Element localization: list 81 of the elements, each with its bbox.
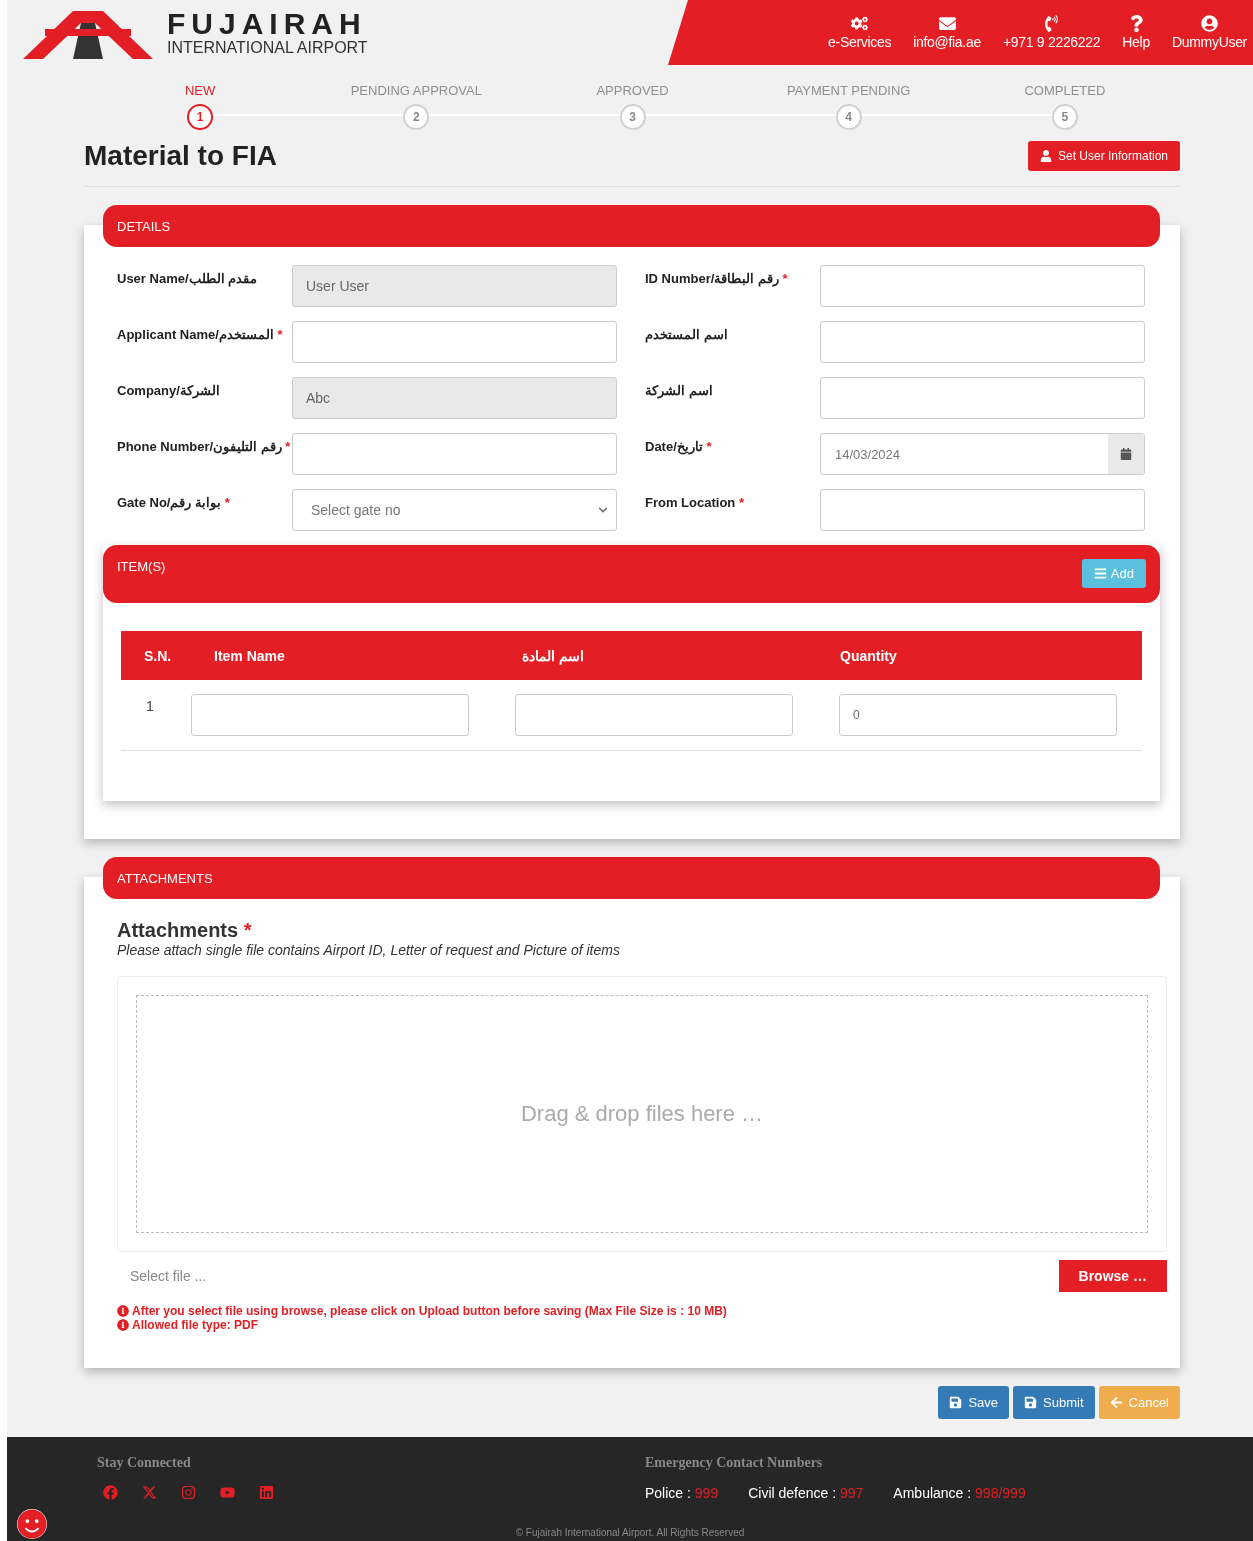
field-label: ID Number/رقم البطاقة * bbox=[645, 270, 789, 289]
submit-button[interactable]: Submit bbox=[1013, 1386, 1095, 1419]
arrow-left-icon bbox=[1109, 1396, 1123, 1409]
select-field[interactable]: Select gate no bbox=[292, 489, 617, 531]
input-field[interactable] bbox=[820, 489, 1145, 531]
input-field[interactable] bbox=[820, 377, 1145, 419]
input-field[interactable] bbox=[820, 321, 1145, 363]
contact-number: Civil defence : 997 bbox=[748, 1485, 864, 1501]
input-field[interactable] bbox=[820, 265, 1145, 307]
menu-icon bbox=[1093, 567, 1107, 580]
field-label: Date/تاريخ * bbox=[645, 438, 713, 457]
note-text: After you select file using browse, please click on Upload button before saving (Max File Size is : 10 MB) bbox=[132, 1304, 727, 1318]
logo-name: FUJAIRAH bbox=[167, 8, 368, 39]
step-number[interactable]: 3 bbox=[619, 104, 646, 130]
column-header: Item Name bbox=[214, 647, 286, 664]
save-button[interactable]: Save bbox=[938, 1386, 1010, 1419]
field-label: User Name/مقدم الطلب bbox=[117, 270, 259, 289]
x-icon[interactable] bbox=[142, 1485, 157, 1500]
field-label: Applicant Name/المستخدم * bbox=[117, 326, 284, 345]
section-header: DETAILS bbox=[103, 205, 1160, 247]
contact-number: Ambulance : 998/999 bbox=[893, 1485, 1026, 1501]
input-field[interactable] bbox=[191, 694, 469, 736]
user-icon bbox=[1200, 15, 1218, 32]
field-label: From Location * bbox=[645, 494, 745, 512]
smiley-icon[interactable] bbox=[17, 1509, 47, 1539]
step-label: PENDING APPROVAL bbox=[350, 83, 482, 98]
section-title: ITEM(S) bbox=[117, 559, 166, 574]
nav-link[interactable]: +971 9 2226222 bbox=[1002, 15, 1101, 50]
field-label: اسم الشركة bbox=[645, 382, 714, 401]
step-label: COMPLETED bbox=[1024, 83, 1106, 98]
calendar-icon bbox=[1120, 448, 1132, 460]
nav-link[interactable]: Help bbox=[1122, 15, 1150, 50]
instagram-icon[interactable] bbox=[181, 1485, 196, 1500]
set-user-button[interactable]: Set User Information bbox=[1027, 141, 1180, 171]
contact-number: Police : 999 bbox=[645, 1485, 719, 1501]
nav-link[interactable]: e-Services bbox=[828, 15, 892, 50]
nav-link[interactable]: info@fia.ae bbox=[913, 15, 981, 50]
step-number[interactable]: 5 bbox=[1051, 104, 1078, 130]
footer-heading: Emergency Contact Numbers bbox=[645, 1455, 824, 1471]
input-field[interactable] bbox=[515, 694, 793, 736]
step-label: PAYMENT PENDING bbox=[786, 83, 911, 98]
copyright-text: © Fujairah International Airport. All Rights Reserved bbox=[515, 1527, 745, 1538]
info-icon bbox=[117, 1305, 129, 1317]
section-heading: Attachments * bbox=[117, 919, 253, 942]
hint-text: Please attach single file contains Airport ID, Letter of request and Picture of items bbox=[117, 942, 621, 958]
field-label: Company/الشركة bbox=[117, 382, 221, 401]
field-label: Gate No/بوابة رقم * bbox=[117, 494, 231, 513]
page-title: Material to FIA bbox=[84, 140, 277, 172]
nav-link[interactable]: DummyUser bbox=[1171, 15, 1247, 50]
facebook-icon[interactable] bbox=[103, 1485, 118, 1500]
column-header: اسم المادة bbox=[522, 647, 585, 664]
chevron-icon bbox=[598, 505, 608, 515]
gears-icon bbox=[851, 15, 869, 32]
youtube-icon[interactable] bbox=[220, 1485, 235, 1500]
footer-heading: Stay Connected bbox=[97, 1455, 192, 1471]
phone-icon bbox=[1043, 15, 1061, 32]
browse-button[interactable]: Browse … bbox=[1058, 1260, 1167, 1292]
input-field[interactable]: User User bbox=[292, 265, 617, 307]
column-header: S.N. bbox=[144, 647, 173, 664]
info-icon bbox=[117, 1319, 129, 1331]
step-label: NEW bbox=[184, 83, 216, 98]
envelope-icon bbox=[938, 15, 956, 32]
step-number[interactable]: 1 bbox=[187, 104, 214, 130]
section-header: ATTACHMENTS bbox=[103, 857, 1160, 899]
user-icon bbox=[1039, 150, 1052, 162]
field-label: اسم المستخدم bbox=[645, 326, 729, 345]
column-header: Quantity bbox=[840, 647, 898, 664]
step-number[interactable]: 2 bbox=[403, 104, 430, 130]
input-field[interactable] bbox=[292, 321, 617, 363]
step-label: APPROVED bbox=[596, 83, 669, 98]
linkedin-icon[interactable] bbox=[259, 1485, 274, 1500]
logo-subtitle: INTERNATIONAL AIRPORT bbox=[167, 38, 368, 57]
note-text: Allowed file type: PDF bbox=[132, 1318, 258, 1332]
step-number[interactable]: 4 bbox=[835, 104, 862, 130]
file-field[interactable]: Select file ... bbox=[117, 1260, 1059, 1292]
table-cell-text: 1 bbox=[145, 697, 155, 716]
input-field[interactable] bbox=[292, 433, 617, 475]
input-field[interactable]: 0 bbox=[839, 694, 1117, 736]
date-field[interactable]: 14/03/2024 bbox=[820, 433, 1145, 475]
input-field[interactable]: Abc bbox=[292, 377, 617, 419]
field-label: Phone Number/رقم التليفون * bbox=[117, 438, 292, 457]
